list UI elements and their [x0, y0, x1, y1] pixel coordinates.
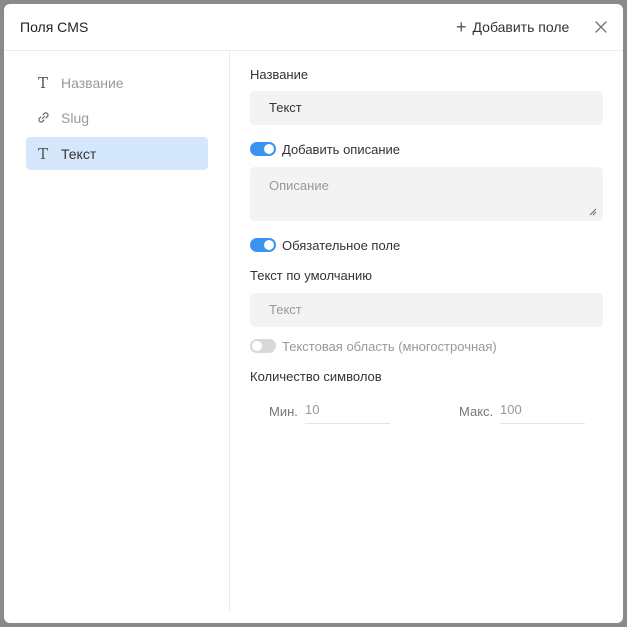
multiline-label: Текстовая область (многострочная)	[282, 338, 497, 354]
add-description-toggle-row[interactable]: Добавить описание	[250, 141, 400, 157]
char-count-label: Количество символов	[250, 369, 382, 384]
plus-icon: +	[456, 17, 467, 37]
required-toggle-row[interactable]: Обязательное поле	[250, 237, 400, 253]
add-description-label: Добавить описание	[282, 141, 400, 157]
text-type-icon: T	[37, 144, 48, 163]
sidebar-item-slug[interactable]: Slug	[26, 101, 208, 134]
sidebar-item-label: Текст	[61, 145, 97, 162]
multiline-toggle[interactable]	[250, 339, 276, 353]
sidebar-item-name[interactable]: T Название	[26, 66, 208, 99]
default-value-input[interactable]: Текст	[250, 293, 603, 327]
description-placeholder: Описание	[269, 178, 329, 193]
min-input[interactable]: 10	[305, 399, 390, 424]
sidebar-item-label: Slug	[61, 109, 90, 126]
link-icon	[36, 111, 50, 124]
sidebar-item-text[interactable]: T Текст	[26, 137, 208, 170]
add-description-toggle[interactable]	[250, 142, 276, 156]
close-icon[interactable]	[592, 18, 610, 36]
required-label: Обязательное поле	[282, 237, 401, 253]
multiline-toggle-row[interactable]: Текстовая область (многострочная)	[250, 338, 497, 354]
name-label: Название	[250, 67, 309, 82]
required-toggle[interactable]	[250, 238, 276, 252]
description-textarea[interactable]: Описание	[250, 167, 603, 221]
resize-grip-icon[interactable]	[588, 207, 597, 216]
dialog-header: Поля CMS + Добавить поле	[4, 4, 623, 51]
max-input[interactable]: 100	[500, 399, 585, 424]
min-label: Мин.	[269, 404, 298, 419]
sidebar-item-label: Название	[61, 74, 124, 91]
name-input[interactable]: Текст	[250, 91, 603, 125]
add-field-label: Добавить поле	[472, 19, 570, 35]
text-type-icon: T	[37, 73, 48, 92]
fields-sidebar: T Название Slug T Текст	[4, 51, 230, 611]
cms-fields-dialog: Поля CMS + Добавить поле T Название Slug…	[4, 4, 623, 623]
default-value-label: Текст по умолчанию	[250, 268, 372, 283]
add-field-button[interactable]: + Добавить поле	[456, 18, 569, 36]
dialog-title: Поля CMS	[20, 19, 89, 35]
max-label: Макс.	[459, 404, 494, 419]
